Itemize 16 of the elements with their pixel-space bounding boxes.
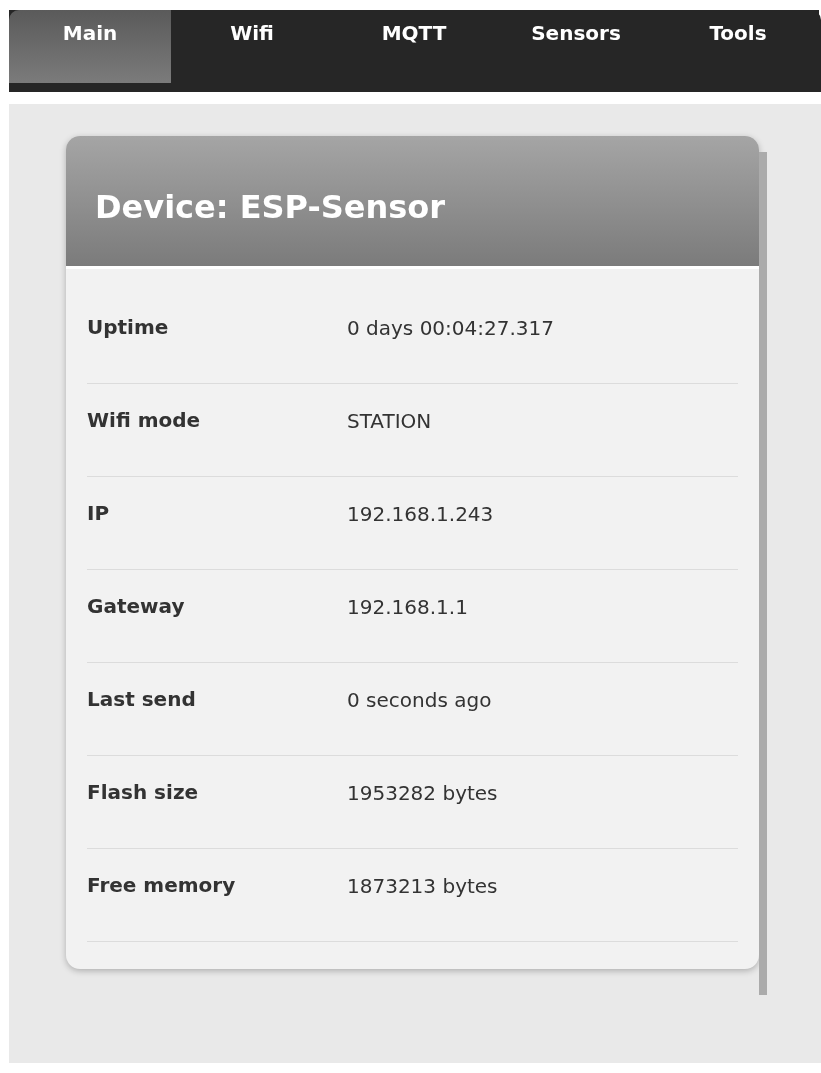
field-label: Flash size: [87, 780, 200, 804]
field-label: Last send: [87, 687, 197, 711]
field-value: 192.168.1.1: [347, 595, 468, 619]
field-value: 1953282 bytes: [347, 781, 498, 805]
device-title: Device: ESP-Sensor: [95, 187, 446, 226]
field-label: IP: [87, 501, 111, 525]
nav-tab[interactable]: Main: [9, 10, 171, 83]
field-label: Gateway: [87, 594, 186, 618]
field-label: Uptime: [87, 315, 170, 339]
field-value: 0 seconds ago: [347, 688, 492, 712]
field-value: STATION: [347, 409, 432, 433]
field-label: Wifi mode: [87, 408, 202, 432]
field-label: Free memory: [87, 873, 237, 897]
field-value: 0 days 00:04:27.317: [347, 316, 554, 340]
field-value: 1873213 bytes: [347, 874, 498, 898]
field-value: 192.168.1.243: [347, 502, 494, 526]
